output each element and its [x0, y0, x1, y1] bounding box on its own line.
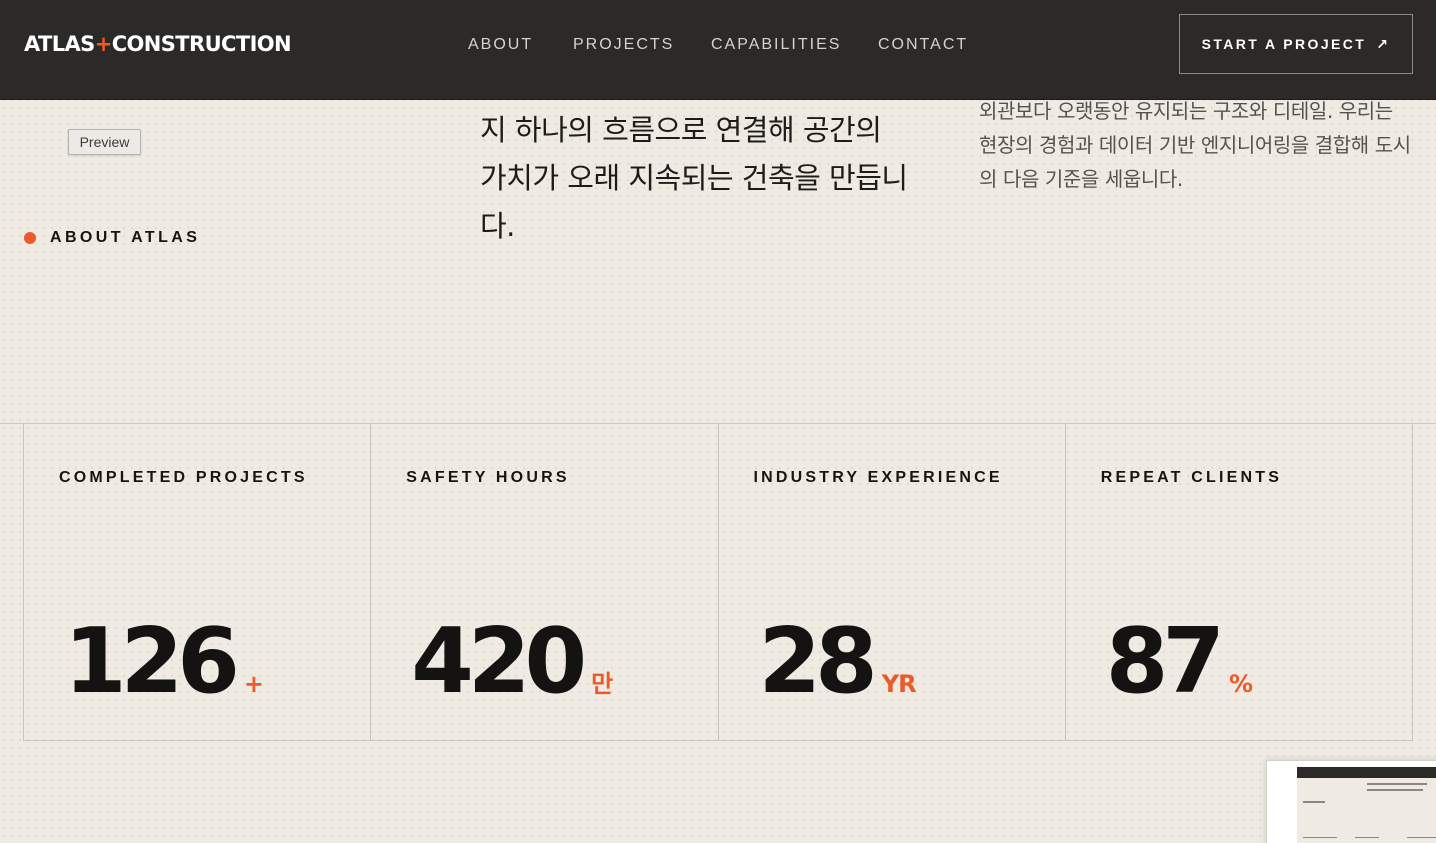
about-lead-text: 지 하나의 흐름으로 연결해 공간의 가치가 오래 지속되는 건축을 만듭니다.: [480, 113, 908, 243]
stat-safety-hours: SAFETY HOURS 420 만: [371, 423, 719, 740]
section-eyebrow: ABOUT ATLAS: [24, 228, 200, 248]
nav-link-about[interactable]: ABOUT: [468, 35, 533, 55]
start-project-label: START A PROJECT: [1201, 36, 1367, 52]
stat-repeat-clients: REPEAT CLIENTS 87 %: [1066, 423, 1412, 740]
stats-grid: COMPLETED PROJECTS 126 + SAFETY HOURS 42…: [23, 423, 1413, 741]
stat-number: 87: [1105, 609, 1225, 714]
stat-industry-experience: INDUSTRY EXPERIENCE 28 YR: [719, 423, 1066, 740]
stat-number: 126: [64, 609, 240, 714]
preview-tooltip[interactable]: Preview: [68, 129, 141, 155]
stat-value: 87 %: [1105, 609, 1253, 714]
stat-value: 126 +: [64, 609, 264, 714]
page-thumbnail-preview[interactable]: [1266, 760, 1436, 843]
top-navigation-bar: ATLAS+CONSTRUCTION ABOUT PROJECTS CAPABI…: [0, 0, 1436, 100]
thumbnail-text-line: [1407, 837, 1436, 838]
start-project-button[interactable]: START A PROJECT ↗: [1179, 14, 1413, 74]
thumbnail-text-line: [1367, 789, 1423, 791]
stat-label: INDUSTRY EXPERIENCE: [753, 469, 1003, 486]
stat-value: 420 만: [411, 609, 613, 714]
stat-unit: 만: [591, 670, 613, 698]
stat-number: 28: [758, 609, 878, 714]
section-eyebrow-text: ABOUT ATLAS: [50, 229, 201, 246]
nav-link-contact[interactable]: CONTACT: [878, 35, 968, 55]
stat-label: SAFETY HOURS: [406, 469, 570, 486]
thumbnail-canvas: [1297, 767, 1436, 843]
stat-number: 420: [411, 609, 587, 714]
stat-unit: YR: [881, 670, 917, 698]
nav-link-capabilities[interactable]: CAPABILITIES: [711, 35, 841, 55]
thumbnail-header: [1297, 767, 1436, 778]
thumbnail-text-line: [1303, 837, 1337, 838]
stat-label: COMPLETED PROJECTS: [59, 469, 308, 486]
orange-dot-icon: [24, 232, 36, 244]
about-supporting-text: 외관보다 오랫동안 유지되는 구조와 디테일. 우리는 현장의 경험과 데이터 …: [979, 99, 1411, 191]
arrow-up-right-icon: ↗: [1376, 35, 1391, 52]
stat-value: 28 YR: [758, 609, 917, 714]
thumbnail-text-line: [1355, 837, 1379, 838]
stat-unit: %: [1229, 670, 1253, 698]
thumbnail-text-line: [1367, 783, 1427, 785]
nav-link-projects[interactable]: PROJECTS: [573, 35, 674, 55]
stat-completed-projects: COMPLETED PROJECTS 126 +: [24, 423, 372, 740]
thumbnail-text-line: [1303, 801, 1325, 803]
stat-unit: +: [243, 670, 264, 698]
stat-label: REPEAT CLIENTS: [1100, 469, 1283, 486]
